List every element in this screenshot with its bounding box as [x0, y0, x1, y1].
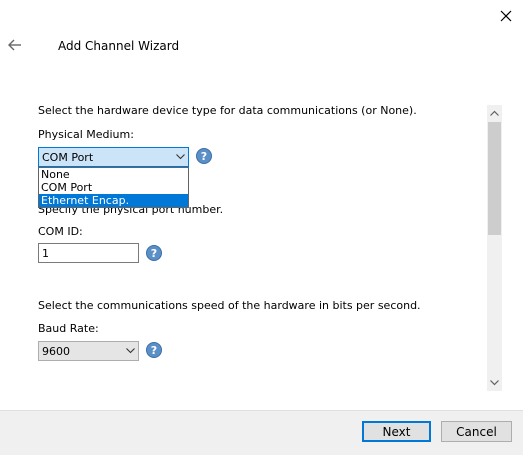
chevron-down-icon	[490, 380, 499, 386]
cancel-button[interactable]: Cancel	[441, 421, 512, 442]
baud-rate-help-icon[interactable]: ?	[146, 342, 162, 358]
scroll-up-button[interactable]	[487, 105, 502, 121]
back-arrow-icon	[8, 39, 21, 51]
physical-medium-help-icon[interactable]: ?	[196, 148, 212, 164]
chevron-down-icon	[122, 348, 138, 354]
baud-rate-value: 9600	[42, 344, 70, 358]
wizard-title: Add Channel Wizard	[58, 39, 180, 53]
dropdown-option-none[interactable]: None	[39, 168, 188, 181]
physical-medium-dropdown-list: None COM Port Ethernet Encap.	[38, 167, 189, 208]
physical-medium-select[interactable]: COM Port	[38, 147, 189, 167]
close-icon	[500, 10, 512, 22]
baud-rate-label: Baud Rate:	[38, 322, 99, 335]
next-button[interactable]: Next	[362, 421, 431, 442]
com-id-label: COM ID:	[38, 225, 83, 238]
scrollbar-thumb[interactable]	[488, 122, 501, 235]
physical-medium-value: COM Port	[42, 150, 94, 164]
physical-medium-label: Physical Medium:	[38, 128, 134, 141]
close-button[interactable]	[492, 4, 520, 28]
scroll-down-button[interactable]	[487, 375, 502, 391]
back-button[interactable]	[4, 34, 26, 56]
dropdown-option-ethernet-encap[interactable]: Ethernet Encap.	[39, 194, 188, 207]
chevron-down-icon	[172, 154, 188, 160]
physical-medium-description: Select the hardware device type for data…	[38, 104, 417, 117]
com-id-input[interactable]: 1	[38, 243, 139, 263]
com-id-help-icon[interactable]: ?	[146, 245, 162, 261]
com-id-value: 1	[42, 246, 49, 260]
chevron-up-icon	[490, 110, 499, 116]
baud-rate-description: Select the communications speed of the h…	[38, 299, 421, 312]
baud-rate-select[interactable]: 9600	[38, 341, 139, 361]
dropdown-option-com-port[interactable]: COM Port	[39, 181, 188, 194]
